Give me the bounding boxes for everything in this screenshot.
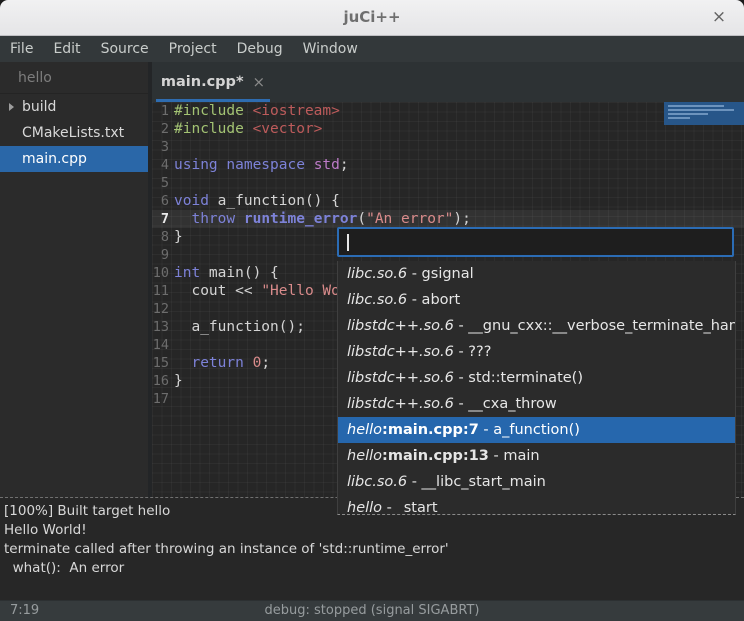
line-number: 10: [152, 264, 169, 282]
backtrace-item[interactable]: hello:main.cpp:13 - main: [338, 443, 735, 469]
code-line-5[interactable]: 5: [152, 174, 744, 192]
tree-item-build[interactable]: build: [0, 94, 148, 120]
output-line: what(): An error: [4, 559, 744, 578]
line-number: 2: [152, 120, 169, 138]
menu-item-edit[interactable]: Edit: [43, 38, 90, 60]
output-line: Hello World!: [4, 521, 744, 540]
line-number: 3: [152, 138, 169, 156]
code-line-6[interactable]: 6 void a_function() {: [152, 192, 744, 210]
line-number: 5: [152, 174, 169, 192]
code-line-2[interactable]: 2 #include <vector>: [152, 120, 744, 138]
backtrace-list: libc.so.6 - gsignallibc.so.6 - abortlibs…: [337, 261, 736, 515]
tree-item-label: build: [22, 99, 56, 115]
code-text: #include <iostream>: [174, 102, 340, 120]
line-number: 9: [152, 246, 169, 264]
line-number: 11: [152, 282, 169, 300]
statusbar: 7:19 debug: stopped (signal SIGABRT): [0, 600, 744, 621]
tab-label: main.cpp*: [161, 74, 244, 90]
debug-status: debug: stopped (signal SIGABRT): [0, 603, 744, 618]
backtrace-item[interactable]: libstdc++.so.6 - __gnu_cxx::__verbose_te…: [338, 313, 735, 339]
menubar: FileEditSourceProjectDebugWindow: [0, 36, 744, 62]
backtrace-item[interactable]: hello - _start: [338, 495, 735, 515]
line-number: 1: [152, 102, 169, 120]
backtrace-item[interactable]: libstdc++.so.6 - ???: [338, 339, 735, 365]
project-header: hello: [0, 62, 148, 94]
code-line-4[interactable]: 4 using namespace std;: [152, 156, 744, 174]
code-text: throw runtime_error("An error");: [174, 210, 471, 228]
line-number: 4: [152, 156, 169, 174]
code-text: }: [174, 372, 183, 390]
code-line-3[interactable]: 3: [152, 138, 744, 156]
menu-item-project[interactable]: Project: [159, 38, 227, 60]
menu-item-debug[interactable]: Debug: [227, 38, 293, 60]
code-text: using namespace std;: [174, 156, 349, 174]
backtrace-item[interactable]: libstdc++.so.6 - __cxa_throw: [338, 391, 735, 417]
code-text: return 0;: [174, 354, 270, 372]
file-tree: build CMakeLists.txt main.cpp: [0, 94, 148, 172]
line-number: 14: [152, 336, 169, 354]
menu-item-file[interactable]: File: [0, 38, 43, 60]
line-number: 7: [152, 210, 169, 228]
tree-item-label: main.cpp: [22, 151, 87, 167]
line-number: 17: [152, 390, 169, 408]
tree-item-cmakelists-txt[interactable]: CMakeLists.txt: [0, 120, 148, 146]
app-window: juCi++ × FileEditSourceProjectDebugWindo…: [0, 0, 744, 621]
file-tree-sidebar: hello build CMakeLists.txt main.cpp: [0, 62, 148, 498]
tab-close-icon[interactable]: ×: [253, 73, 266, 91]
backtrace-item[interactable]: libstdc++.so.6 - std::terminate(): [338, 365, 735, 391]
line-number: 15: [152, 354, 169, 372]
line-number: 12: [152, 300, 169, 318]
code-text: #include <vector>: [174, 120, 322, 138]
debug-info-overlay: [664, 102, 744, 125]
output-line: terminate called after throwing an insta…: [4, 540, 744, 559]
backtrace-search-input[interactable]: [337, 227, 734, 257]
tree-item-label: CMakeLists.txt: [22, 125, 124, 141]
code-text: void a_function() {: [174, 192, 340, 210]
code-line-7[interactable]: 7 throw runtime_error("An error");: [152, 210, 744, 228]
text-cursor: [347, 234, 349, 251]
line-number: 13: [152, 318, 169, 336]
line-number: 16: [152, 372, 169, 390]
window-titlebar[interactable]: juCi++ ×: [0, 0, 744, 36]
tabbar: main.cpp* ×: [152, 62, 744, 102]
line-number: 8: [152, 228, 169, 246]
backtrace-item[interactable]: libc.so.6 - abort: [338, 287, 735, 313]
line-number: 6: [152, 192, 169, 210]
tree-item-main-cpp[interactable]: main.cpp: [0, 146, 148, 172]
tab-main-cpp[interactable]: main.cpp* ×: [156, 62, 270, 102]
window-title: juCi++: [0, 8, 744, 26]
backtrace-item[interactable]: libc.so.6 - gsignal: [338, 261, 735, 287]
close-icon[interactable]: ×: [708, 7, 730, 29]
code-text: }: [174, 228, 183, 246]
code-text: int main() {: [174, 264, 279, 282]
backtrace-item[interactable]: hello:main.cpp:7 - a_function(): [338, 417, 735, 443]
menu-item-source[interactable]: Source: [91, 38, 159, 60]
backtrace-item[interactable]: libc.so.6 - __libc_start_main: [338, 469, 735, 495]
code-line-1[interactable]: 1 #include <iostream>: [152, 102, 744, 120]
menu-item-window[interactable]: Window: [293, 38, 368, 60]
code-text: a_function();: [174, 318, 305, 336]
expand-arrow-icon[interactable]: [9, 103, 14, 111]
